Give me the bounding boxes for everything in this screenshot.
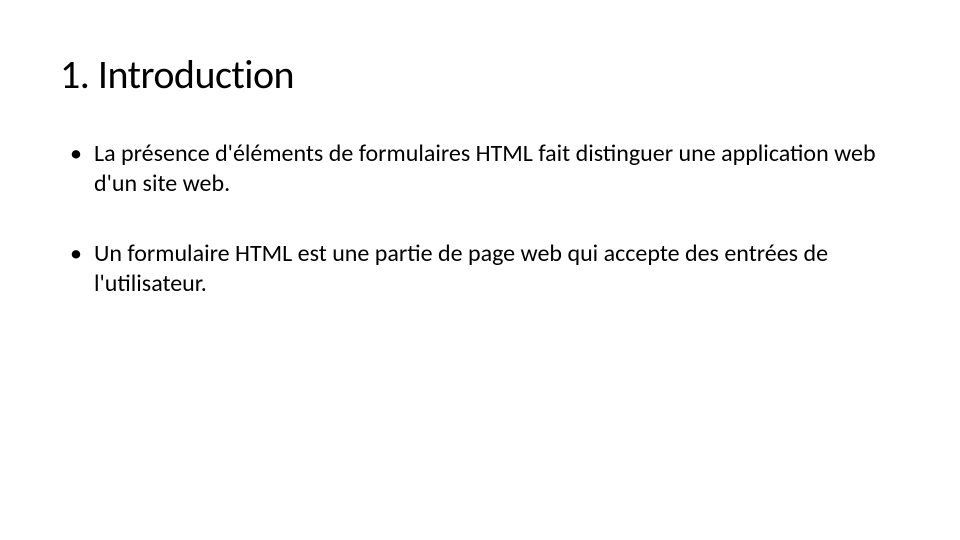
list-item: Un formulaire HTML est une partie de pag… xyxy=(70,239,900,299)
list-item: La présence d'éléments de formulaires HT… xyxy=(70,139,900,199)
slide-title: 1. Introduction xyxy=(60,50,900,99)
bullet-list: La présence d'éléments de formulaires HT… xyxy=(60,139,900,299)
